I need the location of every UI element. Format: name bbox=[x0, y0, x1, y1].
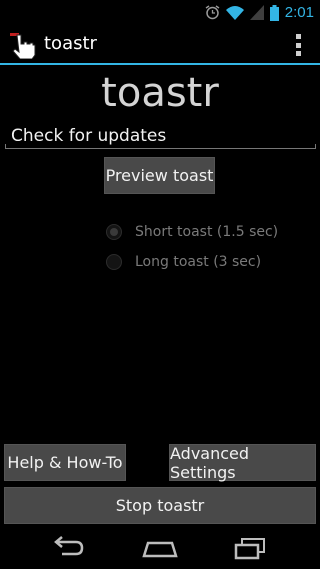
radio-button-checked[interactable] bbox=[106, 224, 122, 240]
radio-button-unchecked[interactable] bbox=[106, 254, 122, 270]
home-icon[interactable] bbox=[140, 535, 180, 561]
back-icon[interactable] bbox=[48, 535, 88, 561]
action-bar: toastr bbox=[0, 25, 320, 65]
recent-apps-icon[interactable] bbox=[230, 535, 270, 561]
status-time: 2:01 bbox=[284, 4, 314, 21]
status-icons: 2:01 bbox=[205, 3, 314, 22]
battery-icon bbox=[269, 4, 279, 21]
page-title: toastr bbox=[101, 70, 219, 116]
check-updates-underline bbox=[5, 144, 316, 149]
signal-icon bbox=[249, 5, 264, 20]
app-title: toastr bbox=[44, 33, 97, 54]
radio-long-toast[interactable]: Long toast (3 sec) bbox=[106, 252, 261, 272]
navigation-bar bbox=[0, 527, 320, 569]
alarm-icon bbox=[205, 5, 220, 20]
status-bar: 2:01 bbox=[0, 0, 320, 25]
wifi-icon bbox=[225, 6, 244, 20]
preview-toast-button[interactable]: Preview toast bbox=[104, 157, 215, 194]
check-updates-label[interactable]: Check for updates bbox=[11, 126, 166, 146]
pointing-hand-icon[interactable] bbox=[8, 31, 38, 59]
overflow-menu-icon[interactable] bbox=[294, 34, 302, 56]
advanced-settings-button[interactable]: Advanced Settings bbox=[169, 444, 316, 482]
radio-long-label: Long toast (3 sec) bbox=[135, 254, 262, 270]
stop-toastr-button[interactable]: Stop toastr bbox=[4, 487, 316, 524]
radio-short-label: Short toast (1.5 sec) bbox=[135, 224, 279, 240]
radio-short-toast[interactable]: Short toast (1.5 sec) bbox=[106, 222, 278, 242]
help-howto-button[interactable]: Help & How-To bbox=[4, 444, 126, 481]
